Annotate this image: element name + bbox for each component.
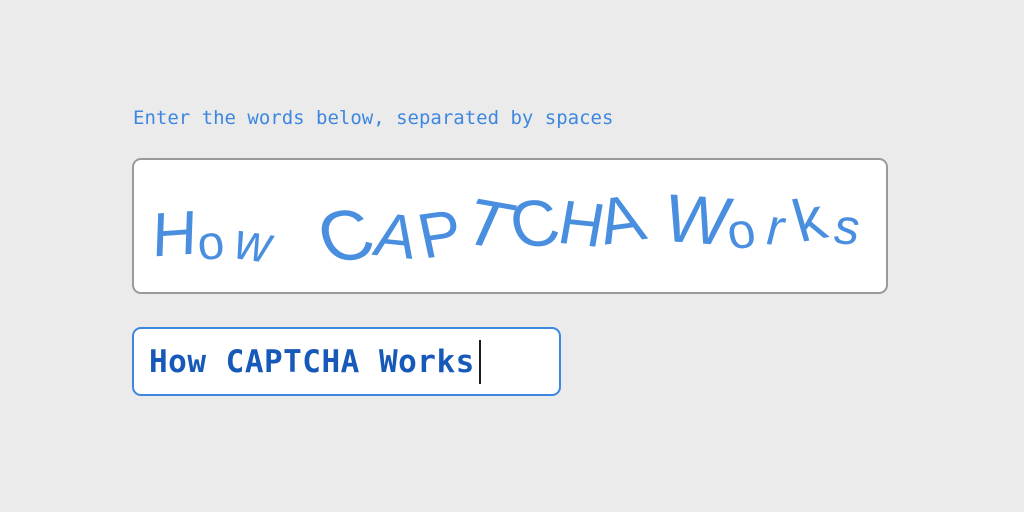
captcha-instruction-label: Enter the words below, separated by spac… <box>133 107 614 129</box>
captcha-distorted-text: HowCAPTCHAWorks <box>134 160 886 292</box>
captcha-answer-value[interactable]: How CAPTCHA Works <box>149 344 475 380</box>
text-cursor <box>478 339 481 384</box>
captcha-image: HowCAPTCHAWorks <box>132 158 888 294</box>
captcha-glyph: o <box>194 215 227 272</box>
captcha-glyph: o <box>722 201 760 261</box>
captcha-glyph: H <box>151 198 199 271</box>
captcha-glyph: k <box>785 184 834 255</box>
captcha-answer-input[interactable]: How CAPTCHA Works <box>132 327 561 396</box>
captcha-glyph: w <box>226 212 281 274</box>
captcha-glyph: s <box>829 198 866 256</box>
captcha-glyph: r <box>760 198 792 258</box>
